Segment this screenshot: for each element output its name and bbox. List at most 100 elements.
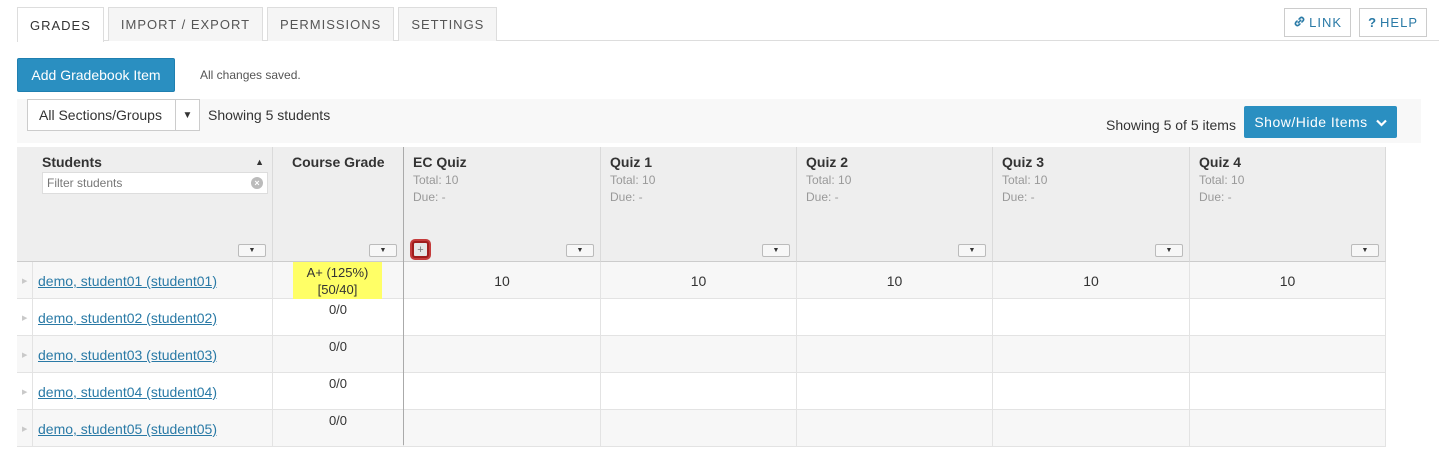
course-grade-cell[interactable]: 0/0 [273,373,404,410]
course-grade-cell[interactable]: 0/0 [273,299,404,336]
item-header-ec-quiz: EC Quiz Total: 10 Due: - + ▼ [404,147,601,262]
student-link[interactable]: demo, student04 (student04) [38,384,217,400]
save-status: All changes saved. [200,68,301,82]
score-cell[interactable] [1190,299,1386,336]
header-spacer [17,147,33,262]
score-cell[interactable] [797,336,993,373]
item-header-quiz-3: Quiz 3 Total: 10 Due: - ▼ [993,147,1190,262]
course-grade-cell[interactable]: 0/0 [273,336,404,373]
score-cell[interactable] [1190,410,1386,447]
course-grade-menu-toggle[interactable]: ▼ [369,244,397,257]
course-grade-title: Course Grade [292,154,385,170]
course-grade-header: Course Grade ▼ [273,147,404,262]
clear-filter-icon[interactable]: × [251,177,263,189]
student-link[interactable]: demo, student03 (student03) [38,347,217,363]
student-link[interactable]: demo, student01 (student01) [38,273,217,289]
item-due: Due: - [610,190,643,204]
score-cell[interactable] [993,410,1190,447]
score-cell[interactable] [993,336,1190,373]
show-hide-items-button[interactable]: Show/Hide Items [1244,106,1397,138]
score-cell[interactable] [601,373,797,410]
score-cell[interactable] [601,299,797,336]
item-total: Total: 10 [610,173,656,187]
score-cell[interactable]: 10 [993,262,1190,299]
students-header-title: Students [42,154,102,170]
filter-students-input[interactable]: Filter students × [42,172,268,194]
item-due: Due: - [806,190,839,204]
item-total: Total: 10 [806,173,852,187]
item-menu-toggle[interactable]: ▼ [762,244,790,257]
table-row: ▶ demo, student03 (student03) 0/0 [17,336,1386,373]
students-menu-toggle[interactable]: ▼ [238,244,266,257]
table-row: ▶ demo, student04 (student04) 0/0 [17,373,1386,410]
course-grade-cell[interactable]: 0/0 [273,410,404,447]
score-value: 10 [690,273,707,289]
score-cell[interactable] [797,299,993,336]
score-cell[interactable]: 10 [601,262,797,299]
expand-category-icon[interactable]: + [412,241,429,258]
course-grade-value: 0/0 [328,302,348,317]
score-value: 10 [1279,273,1296,289]
score-cell[interactable]: 10 [797,262,993,299]
add-gradebook-item-button[interactable]: Add Gradebook Item [17,58,175,92]
score-cell[interactable] [404,336,601,373]
score-cell[interactable]: 10 [1190,262,1386,299]
student-cell: demo, student02 (student02) [33,299,273,336]
score-value: 10 [1083,273,1099,289]
row-handle[interactable]: ▶ [17,262,33,299]
score-cell[interactable] [993,299,1190,336]
item-menu-toggle[interactable]: ▼ [958,244,986,257]
score-cell[interactable] [404,299,601,336]
student-link[interactable]: demo, student02 (student02) [38,310,217,326]
filter-placeholder: Filter students [47,176,123,190]
item-header-quiz-2: Quiz 2 Total: 10 Due: - ▼ [797,147,993,262]
item-menu-toggle[interactable]: ▼ [1351,244,1379,257]
course-grade-highlight: A+ (125%) [50/40] [293,262,382,301]
link-icon [1293,15,1306,31]
score-cell[interactable] [1190,373,1386,410]
student-cell: demo, student04 (student04) [33,373,273,410]
score-cell[interactable] [993,373,1190,410]
course-grade-value: 0/0 [328,339,348,354]
row-arrow-icon: ▶ [22,426,28,433]
row-handle[interactable]: ▶ [17,373,33,410]
section-group-select[interactable]: All Sections/Groups ▼ [27,99,200,131]
table-row: ▶ demo, student05 (student05) 0/0 [17,410,1386,447]
score-cell[interactable]: 10 [404,262,601,299]
course-grade-points: [50/40] [317,282,358,297]
item-menu-toggle[interactable]: ▼ [566,244,594,257]
showing-students-count: Showing 5 students [208,107,331,123]
item-due: Due: - [1002,190,1035,204]
score-cell[interactable] [404,410,601,447]
score-cell[interactable] [797,410,993,447]
course-grade-cell[interactable]: A+ (125%) [50/40] [273,262,404,301]
course-grade-value: 0/0 [328,376,348,391]
score-cell[interactable] [404,373,601,410]
item-title: Quiz 3 [1002,154,1045,170]
student-link[interactable]: demo, student05 (student05) [38,421,217,437]
tab-grades[interactable]: GRADES [17,7,104,42]
item-menu-toggle[interactable]: ▼ [1155,244,1183,257]
row-arrow-icon: ▶ [22,278,28,285]
score-cell[interactable] [601,336,797,373]
show-hide-label: Show/Hide Items [1254,114,1368,130]
help-button[interactable]: ? HELP [1359,8,1427,37]
item-total: Total: 10 [1199,173,1245,187]
row-arrow-icon: ▶ [22,389,28,396]
score-cell[interactable] [1190,336,1386,373]
item-title: Quiz 2 [806,154,849,170]
tab-import-export[interactable]: IMPORT / EXPORT [107,7,264,41]
row-handle[interactable]: ▶ [17,336,33,373]
link-button[interactable]: LINK [1284,8,1352,37]
row-handle[interactable]: ▶ [17,410,33,447]
tab-settings[interactable]: SETTINGS [398,7,498,41]
score-cell[interactable] [601,410,797,447]
course-grade-value: A+ (125%) [306,265,369,280]
score-cell[interactable] [797,373,993,410]
table-row: ▶ demo, student01 (student01) A+ (125%) … [17,262,1386,301]
help-label: HELP [1380,15,1418,30]
tab-permissions[interactable]: PERMISSIONS [267,7,395,41]
sort-ascending-icon[interactable]: ▲ [255,157,264,167]
row-handle[interactable]: ▶ [17,299,33,336]
item-due: Due: - [1199,190,1232,204]
